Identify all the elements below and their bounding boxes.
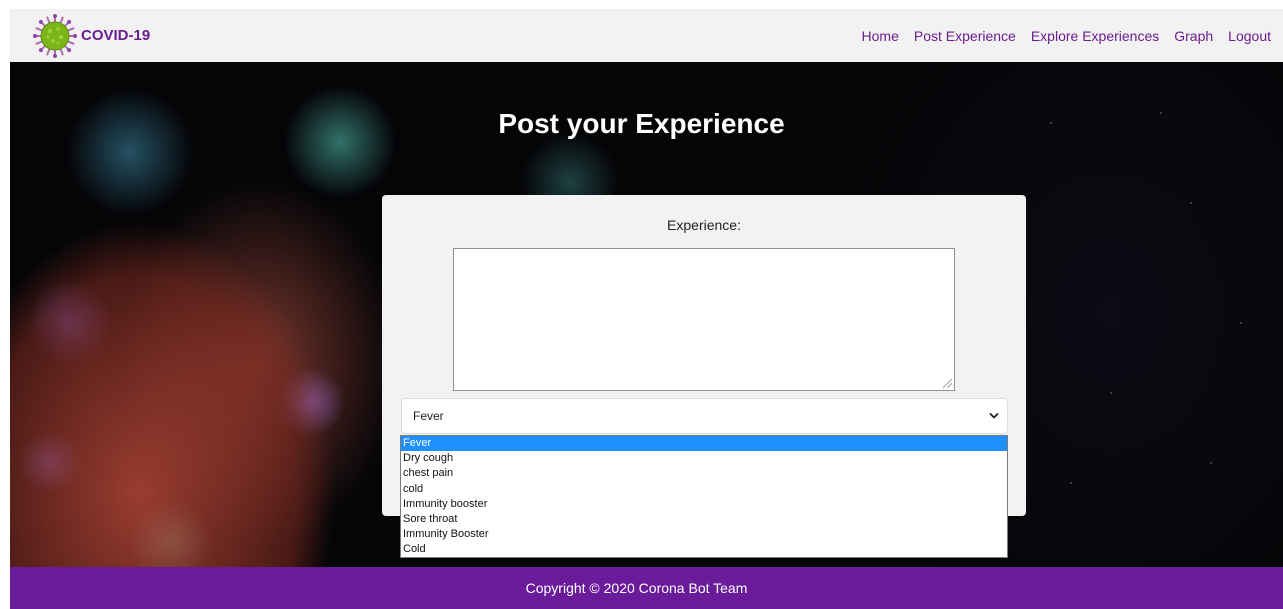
footer-copyright: Copyright © 2020 Corona Bot Team <box>525 580 748 596</box>
footer: Copyright © 2020 Corona Bot Team <box>10 567 1283 609</box>
symptom-dropdown-list: Fever Dry cough chest pain cold Immunity… <box>400 435 1008 558</box>
dropdown-option[interactable]: cold <box>401 482 1007 497</box>
nav-logout[interactable]: Logout <box>1228 28 1271 44</box>
brand-name: COVID-19 <box>81 27 151 44</box>
virus-icon <box>33 13 77 58</box>
nav-graph[interactable]: Graph <box>1174 28 1213 44</box>
dropdown-option[interactable]: Immunity booster <box>401 497 1007 512</box>
dropdown-option[interactable]: chest pain <box>401 466 1007 481</box>
experience-label: Experience: <box>667 217 741 233</box>
dropdown-option[interactable]: Cold <box>401 542 1007 557</box>
navbar: COVID-19 Home Post Experience Explore Ex… <box>10 9 1283 62</box>
page-title: Post your Experience <box>498 108 785 139</box>
symptom-select[interactable]: Fever <box>401 398 1008 434</box>
nav-menu: Home Post Experience Explore Experiences… <box>847 28 1271 44</box>
nav-home[interactable]: Home <box>862 28 899 44</box>
experience-textarea[interactable] <box>453 248 955 391</box>
nav-explore-experiences[interactable]: Explore Experiences <box>1031 28 1159 44</box>
chevron-down-icon <box>989 413 999 419</box>
dropdown-option[interactable]: Fever <box>401 436 1007 452</box>
dropdown-option[interactable]: Immunity Booster <box>401 527 1007 542</box>
dropdown-option[interactable]: Dry cough <box>401 451 1007 466</box>
symptom-select-value: Fever <box>413 409 444 423</box>
brand-link[interactable]: COVID-19 <box>33 13 151 58</box>
resize-grip-icon[interactable] <box>943 379 952 388</box>
nav-post-experience[interactable]: Post Experience <box>914 28 1016 44</box>
dropdown-option[interactable]: Sore throat <box>401 512 1007 527</box>
